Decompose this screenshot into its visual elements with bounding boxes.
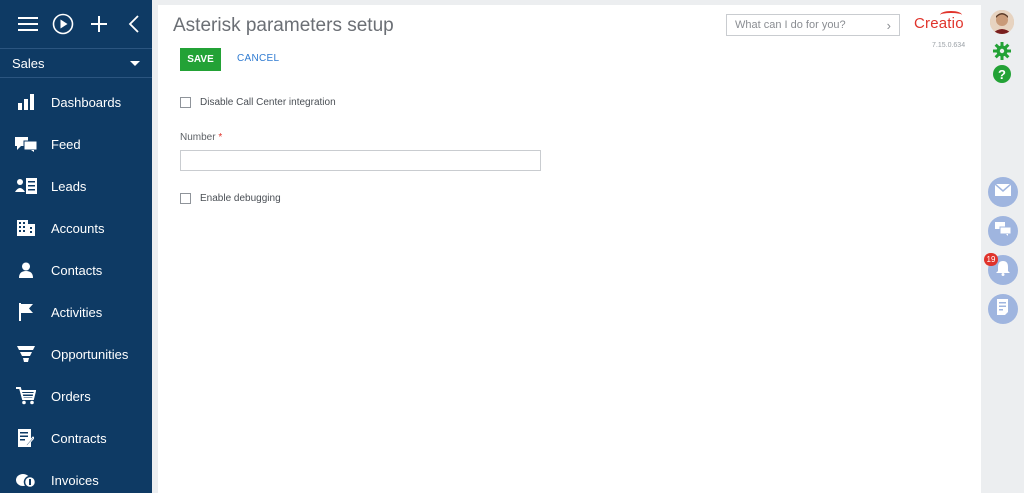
chevron-right-icon[interactable]: › (887, 18, 891, 33)
communication-panel: ? 19 (981, 0, 1024, 493)
gear-icon[interactable] (993, 42, 1011, 65)
chat-icon (995, 221, 1012, 241)
sidebar-item-label: Contacts (51, 262, 103, 278)
enable-debugging-row: Enable debugging (180, 193, 281, 204)
workspace-label: Sales (12, 55, 45, 71)
sidebar-topbar (0, 0, 152, 48)
bell-icon (996, 260, 1010, 281)
sidebar-item-label: Leads (51, 178, 87, 194)
sidebar-item-feed[interactable]: Feed (0, 123, 152, 165)
orders-icon (0, 387, 51, 405)
logo-arc (940, 11, 962, 19)
sidebar: Sales Dashboards Feed Leads Accounts Con… (0, 0, 152, 493)
accounts-icon (0, 220, 51, 236)
dashboards-icon (0, 94, 51, 110)
main-panel: Asterisk parameters setup What can I do … (158, 5, 981, 493)
invoices-icon (0, 472, 51, 488)
feed-icon (0, 136, 51, 152)
sidebar-item-label: Feed (51, 136, 81, 152)
sidebar-item-orders[interactable]: Orders (0, 375, 152, 417)
number-field-label: Number * (180, 132, 223, 143)
section-list: Dashboards Feed Leads Accounts Contacts … (0, 78, 152, 493)
sidebar-item-label: Dashboards (51, 94, 122, 110)
enable-debugging-checkbox[interactable] (180, 193, 191, 204)
help-icon[interactable]: ? (993, 65, 1011, 83)
number-input[interactable] (180, 150, 541, 171)
enable-debugging-label: Enable debugging (200, 193, 281, 204)
opportunities-icon (0, 346, 51, 362)
notification-count-badge: 19 (984, 253, 998, 266)
disable-call-center-label: Disable Call Center integration (200, 97, 336, 108)
sidebar-item-leads[interactable]: Leads (0, 165, 152, 207)
page-title: Asterisk parameters setup (173, 15, 394, 36)
command-search-input[interactable]: What can I do for you? › (726, 14, 900, 36)
sidebar-item-label: Contracts (51, 430, 107, 446)
creatio-logo: Creatio (914, 11, 964, 32)
sidebar-item-contacts[interactable]: Contacts (0, 249, 152, 291)
menu-icon[interactable] (10, 0, 46, 48)
contacts-icon (0, 262, 51, 278)
contracts-icon (0, 429, 51, 447)
sidebar-item-dashboards[interactable]: Dashboards (0, 81, 152, 123)
sidebar-item-opportunities[interactable]: Opportunities (0, 333, 152, 375)
sidebar-item-label: Orders (51, 388, 91, 404)
sidebar-item-contracts[interactable]: Contracts (0, 417, 152, 459)
required-marker: * (218, 132, 223, 143)
tasks-button[interactable] (988, 294, 1018, 324)
disable-call-center-row: Disable Call Center integration (180, 97, 336, 108)
sidebar-item-activities[interactable]: Activities (0, 291, 152, 333)
leads-icon (0, 178, 51, 194)
version-label: 7.15.0.634 (932, 42, 966, 49)
save-button[interactable]: SAVE (180, 48, 221, 71)
sidebar-item-label: Opportunities (51, 346, 129, 362)
email-icon (994, 183, 1012, 201)
play-icon[interactable] (46, 0, 82, 48)
collapse-icon[interactable] (117, 0, 153, 48)
sidebar-item-accounts[interactable]: Accounts (0, 207, 152, 249)
email-button[interactable] (988, 177, 1018, 207)
disable-call-center-checkbox[interactable] (180, 97, 191, 108)
search-placeholder: What can I do for you? (735, 19, 846, 31)
add-icon[interactable] (81, 0, 117, 48)
cancel-button[interactable]: CANCEL (237, 53, 279, 64)
sidebar-item-label: Accounts (51, 220, 105, 236)
activities-icon (0, 303, 51, 321)
document-icon (996, 298, 1010, 320)
user-avatar[interactable] (990, 10, 1014, 34)
sidebar-item-label: Invoices (51, 472, 99, 488)
feed-panel-button[interactable] (988, 216, 1018, 246)
sidebar-item-invoices[interactable]: Invoices (0, 459, 152, 493)
workspace-selector[interactable]: Sales (0, 48, 152, 78)
sidebar-item-label: Activities (51, 304, 103, 320)
chevron-down-icon (130, 60, 140, 66)
